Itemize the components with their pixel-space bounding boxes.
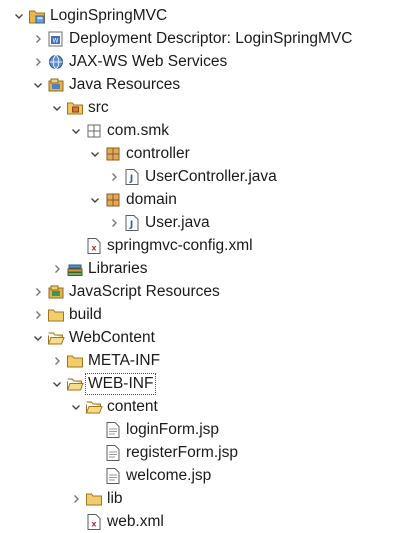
- tree-item[interactable]: J User.java: [0, 211, 420, 234]
- tree-item-label: lib: [107, 489, 123, 507]
- tree-item-label: WEB-INF: [84, 372, 157, 395]
- tree-item[interactable]: Java Resources: [0, 73, 420, 96]
- xml-file-icon: x: [85, 513, 103, 531]
- tree-item[interactable]: JAX-WS Web Services: [0, 50, 420, 73]
- chevron-down-icon[interactable]: [31, 326, 45, 349]
- chevron-down-icon[interactable]: [69, 395, 83, 418]
- tree-item-label: build: [69, 305, 102, 323]
- java-resources-icon: [47, 76, 65, 94]
- svg-text:J: J: [129, 174, 133, 184]
- tree-item-label: springmvc-config.xml: [107, 236, 253, 254]
- chevron-down-icon[interactable]: [31, 73, 45, 96]
- tree-item-label: META-INF: [88, 351, 161, 369]
- javascript-resources-icon: [47, 283, 65, 301]
- tree-item[interactable]: x web.xml: [0, 510, 420, 533]
- tree-item-label: Deployment Descriptor: LoginSpringMVC: [69, 29, 353, 47]
- tree-item-label: WebContent: [69, 328, 155, 346]
- tree-item[interactable]: controller: [0, 142, 420, 165]
- tree-item[interactable]: loginForm.jsp: [0, 418, 420, 441]
- java-file-icon: J: [123, 214, 141, 232]
- tree-item-label: domain: [126, 190, 177, 208]
- chevron-right-icon[interactable]: [31, 27, 45, 50]
- package-empty-icon: [85, 122, 103, 140]
- tree-item[interactable]: welcome.jsp: [0, 464, 420, 487]
- file-icon: [104, 444, 122, 462]
- folder-icon: [47, 306, 65, 324]
- tree-item-label: src: [88, 98, 109, 116]
- chevron-right-icon[interactable]: [50, 349, 64, 372]
- tree-item-label: loginForm.jsp: [126, 420, 220, 438]
- webservices-icon: [47, 53, 65, 71]
- folder-open-icon: [85, 398, 103, 416]
- folder-icon: [85, 490, 103, 508]
- chevron-down-icon[interactable]: [12, 4, 26, 27]
- tree-item-label: UserController.java: [145, 167, 277, 185]
- tree-item[interactable]: build: [0, 303, 420, 326]
- chevron-down-icon[interactable]: [50, 372, 64, 395]
- tree-item-label: web.xml: [107, 512, 164, 530]
- file-icon: [104, 467, 122, 485]
- chevron-down-icon[interactable]: [50, 96, 64, 119]
- tree-item-label: registerForm.jsp: [126, 443, 238, 461]
- package-icon: [104, 191, 122, 209]
- chevron-right-icon[interactable]: [107, 211, 121, 234]
- tree-item[interactable]: LoginSpringMVC: [0, 4, 420, 27]
- source-folder-icon: [66, 99, 84, 117]
- folder-open-icon: [66, 375, 84, 393]
- chevron-down-icon[interactable]: [88, 142, 102, 165]
- chevron-right-icon[interactable]: [107, 165, 121, 188]
- tree-item[interactable]: META-INF: [0, 349, 420, 372]
- tree-item[interactable]: Libraries: [0, 257, 420, 280]
- tree-item[interactable]: src: [0, 96, 420, 119]
- tree-item[interactable]: W Deployment Descriptor: LoginSpringMVC: [0, 27, 420, 50]
- java-file-icon: J: [123, 168, 141, 186]
- svg-text:x: x: [91, 243, 97, 252]
- tree-item[interactable]: WEB-INF: [0, 372, 420, 395]
- package-icon: [104, 145, 122, 163]
- tree-item[interactable]: lib: [0, 487, 420, 510]
- project-icon: [28, 7, 46, 25]
- chevron-right-icon[interactable]: [31, 303, 45, 326]
- tree-item[interactable]: x springmvc-config.xml: [0, 234, 420, 257]
- chevron-right-icon[interactable]: [69, 487, 83, 510]
- chevron-right-icon[interactable]: [50, 257, 64, 280]
- tree-item-label: welcome.jsp: [126, 466, 212, 484]
- file-icon: [104, 421, 122, 439]
- svg-text:J: J: [129, 220, 133, 230]
- tree-item-label: User.java: [145, 213, 210, 231]
- deployment-descriptor-icon: W: [47, 30, 65, 48]
- chevron-right-icon[interactable]: [31, 280, 45, 303]
- tree-item[interactable]: WebContent: [0, 326, 420, 349]
- tree-item-label: Libraries: [88, 259, 148, 277]
- tree-item-label: content: [107, 397, 158, 415]
- tree-item[interactable]: content: [0, 395, 420, 418]
- tree-item[interactable]: J UserController.java: [0, 165, 420, 188]
- tree-item[interactable]: domain: [0, 188, 420, 211]
- xml-file-icon: x: [85, 237, 103, 255]
- tree-item-label: LoginSpringMVC: [50, 6, 168, 24]
- libraries-icon: [66, 260, 84, 278]
- tree-item-label: com.smk: [107, 121, 169, 139]
- tree-item-label: controller: [126, 144, 190, 162]
- chevron-right-icon[interactable]: [31, 50, 45, 73]
- tree-item[interactable]: registerForm.jsp: [0, 441, 420, 464]
- tree-item[interactable]: JavaScript Resources: [0, 280, 420, 303]
- chevron-down-icon[interactable]: [69, 119, 83, 142]
- tree-item-label: JAX-WS Web Services: [69, 52, 228, 70]
- tree-item[interactable]: com.smk: [0, 119, 420, 142]
- chevron-down-icon[interactable]: [88, 188, 102, 211]
- folder-icon: [66, 352, 84, 370]
- tree-item-label: Java Resources: [69, 75, 181, 93]
- tree-item-label: JavaScript Resources: [69, 282, 220, 300]
- svg-text:W: W: [53, 37, 59, 44]
- folder-open-icon: [47, 329, 65, 347]
